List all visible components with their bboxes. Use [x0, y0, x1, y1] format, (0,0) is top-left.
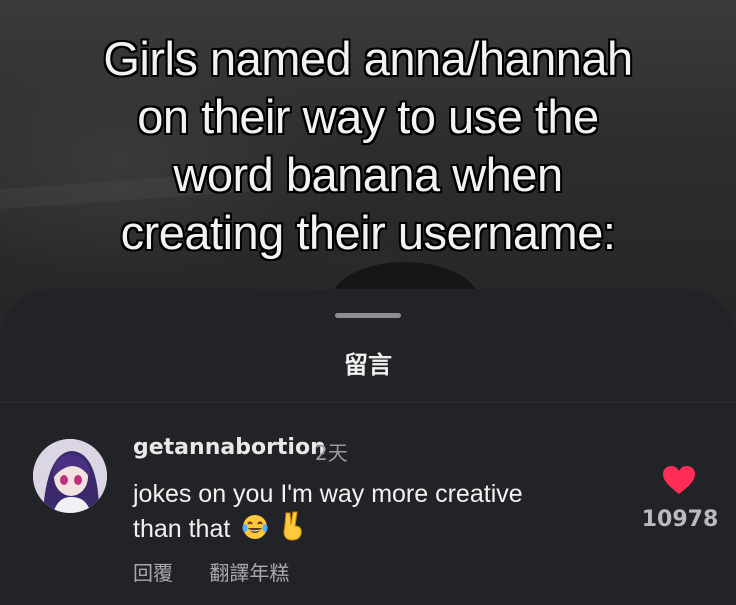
comment-body: jokes on you I'm way more creative than … [133, 478, 613, 550]
caption-line-4: creating their username: [120, 206, 616, 259]
victory-hand-emoji-icon [280, 511, 306, 550]
divider [0, 402, 736, 403]
comments-sheet: 留言 getannabortion 2天 jokes on you I'm wa… [0, 289, 736, 605]
comment-timestamp: 2天 [315, 441, 348, 465]
caption-line-3: word banana when [173, 148, 563, 201]
comment-actions: 回覆 翻譯年糕 [133, 557, 319, 586]
comment-username[interactable]: getannabortion [133, 435, 326, 460]
caption-line-2: on their way to use the [137, 90, 599, 143]
comments-title: 留言 [344, 351, 392, 379]
comment-text-line-1: jokes on you I'm way more creative [133, 480, 523, 508]
comment-text-line-2: than that [133, 515, 231, 543]
heart-icon[interactable] [662, 465, 696, 495]
avatar-image [33, 439, 107, 513]
like-count: 10978 [641, 507, 719, 532]
caption-line-1: Girls named anna/hannah [103, 32, 633, 85]
video-caption: Girls named anna/hannah on their way to … [0, 30, 736, 262]
translate-button[interactable]: 翻譯年糕 [209, 561, 289, 585]
reply-button[interactable]: 回覆 [133, 561, 173, 585]
avatar[interactable] [33, 439, 107, 513]
laughing-tears-emoji-icon [241, 513, 269, 550]
sheet-drag-handle[interactable] [335, 313, 401, 318]
screen: Girls named anna/hannah on their way to … [0, 0, 736, 605]
